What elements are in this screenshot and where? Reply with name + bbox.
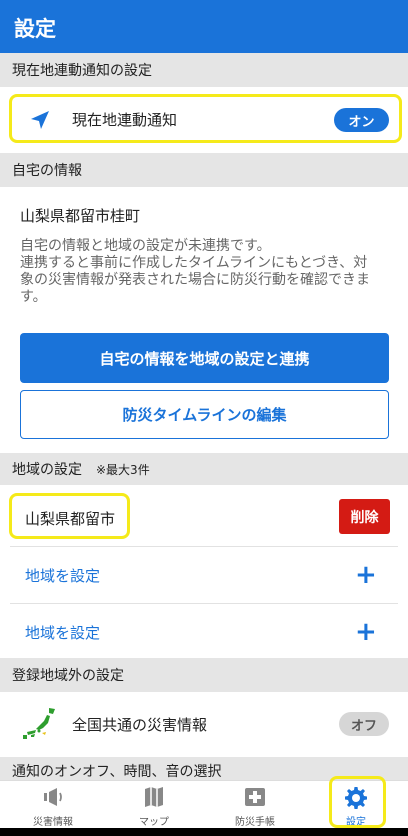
home-description-line: 自宅の情報と地域の設定が未連携です。 bbox=[20, 238, 271, 254]
section-outside: 登録地域外の設定 bbox=[0, 658, 408, 692]
add-region-label: 地域を設定 bbox=[25, 624, 101, 642]
nationwide-label: 全国共通の災害情報 bbox=[72, 716, 208, 734]
section-note: ※最大3件 bbox=[96, 462, 150, 477]
japan-map-icon bbox=[23, 708, 55, 739]
home-description: 自宅の情報と地域の設定が未連携です。 連携すると事前に作成したタイムラインにもと… bbox=[20, 238, 392, 306]
plus-icon: + bbox=[355, 560, 377, 590]
delete-region-button[interactable]: 削除 bbox=[339, 499, 390, 534]
nav-item-handbook[interactable]: 防災手帳 bbox=[215, 781, 295, 829]
page-title: 設定 bbox=[14, 17, 56, 41]
app-header: 設定 bbox=[0, 0, 408, 53]
location-notify-label: 現在地連動通知 bbox=[72, 111, 178, 129]
nav-item-disaster-info[interactable]: 災害情報 bbox=[13, 781, 93, 829]
section-title: 地域の設定 bbox=[12, 462, 82, 478]
nationwide-toggle[interactable]: オフ bbox=[339, 712, 389, 736]
location-arrow-icon bbox=[31, 111, 49, 129]
nav-item-map[interactable]: マップ bbox=[114, 781, 194, 829]
section-regions: 地域の設定 ※最大3件 bbox=[0, 453, 408, 485]
home-address: 山梨県都留市桂町 bbox=[20, 207, 141, 225]
section-location-notify: 現在地連動通知の設定 bbox=[0, 53, 408, 87]
nationwide-row[interactable]: 全国共通の災害情報 オフ bbox=[0, 692, 408, 756]
location-notify-row[interactable]: 現在地連動通知 オン bbox=[0, 87, 408, 150]
system-bar bbox=[0, 828, 408, 836]
nav-label: 防災手帳 bbox=[235, 817, 275, 828]
nav-label: マップ bbox=[139, 817, 169, 828]
home-description-line: す。 bbox=[20, 289, 47, 305]
add-region-row[interactable]: 地域を設定 + bbox=[0, 605, 408, 657]
bottom-nav: 災害情報 マップ 防災手帳 設定 bbox=[0, 780, 408, 828]
section-title: 現在地連動通知の設定 bbox=[12, 63, 152, 79]
divider bbox=[10, 546, 398, 547]
add-region-label: 地域を設定 bbox=[25, 567, 101, 585]
plus-icon: + bbox=[355, 617, 377, 647]
speaker-icon bbox=[44, 788, 62, 806]
nav-label: 災害情報 bbox=[33, 817, 73, 828]
link-home-region-button[interactable]: 自宅の情報を地域の設定と連携 bbox=[20, 333, 389, 383]
section-title: 自宅の情報 bbox=[12, 163, 82, 179]
gear-icon bbox=[345, 787, 367, 809]
section-title: 通知のオンオフ、時間、音の選択 bbox=[12, 764, 222, 780]
first-aid-icon bbox=[245, 788, 265, 806]
section-home: 自宅の情報 bbox=[0, 153, 408, 187]
nav-label: 設定 bbox=[346, 817, 366, 828]
region-name: 山梨県都留市 bbox=[25, 510, 116, 528]
home-description-line: 連携すると事前に作成したタイムラインにもとづき、対 bbox=[20, 255, 368, 271]
section-title: 登録地域外の設定 bbox=[12, 668, 124, 684]
location-notify-toggle[interactable]: オン bbox=[334, 108, 389, 132]
edit-timeline-button[interactable]: 防災タイムラインの編集 bbox=[20, 390, 389, 439]
divider bbox=[10, 603, 398, 604]
map-icon bbox=[145, 787, 163, 807]
add-region-row[interactable]: 地域を設定 + bbox=[0, 548, 408, 602]
home-description-line: 象の災害情報が発表された場合に防災行動を確認できま bbox=[20, 272, 370, 288]
nav-item-settings[interactable]: 設定 bbox=[316, 781, 396, 829]
